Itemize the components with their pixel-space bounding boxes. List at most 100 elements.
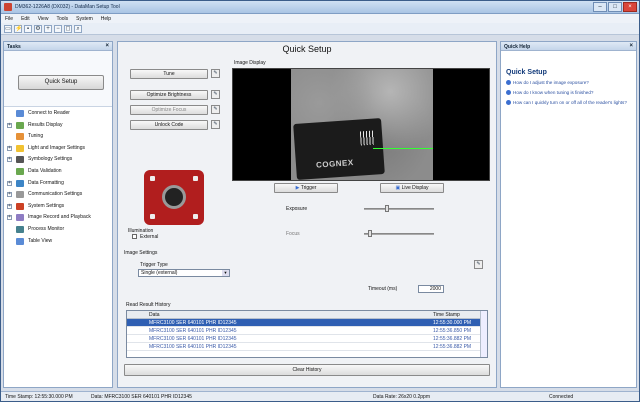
focus-slider[interactable] bbox=[364, 233, 434, 235]
exposure-slider-handle[interactable] bbox=[385, 205, 389, 212]
task-item[interactable]: Data Validation bbox=[4, 166, 112, 178]
chevron-down-icon: ▼ bbox=[222, 270, 229, 276]
led-icon bbox=[150, 214, 155, 219]
task-item[interactable]: Connect to Reader bbox=[4, 108, 112, 120]
reader-image bbox=[144, 170, 204, 225]
task-icon bbox=[16, 225, 24, 233]
table-row[interactable]: MFRC3100 SER 640101 PHR ID12345 12:55:36.… bbox=[127, 335, 487, 343]
title-bar: DM362-1226A8 (DX032) - DataMan Setup Too… bbox=[1, 1, 639, 14]
trigger-button[interactable]: ▶ Trigger bbox=[274, 183, 338, 193]
task-item[interactable]: Process Monitor bbox=[4, 224, 112, 236]
task-item[interactable]: Tuning bbox=[4, 131, 112, 143]
table-row[interactable]: MFRC3100 SER 640101 PHR ID12345 12:55:36.… bbox=[127, 343, 487, 351]
expand-icon[interactable]: + bbox=[7, 215, 12, 221]
minimize-button[interactable]: – bbox=[593, 2, 607, 12]
table-row[interactable]: MFRC3100 SER 640101 PHR ID12345 12:55:36.… bbox=[127, 327, 487, 335]
tasks-header: Tasks × bbox=[4, 42, 112, 51]
close-icon[interactable]: × bbox=[629, 43, 633, 49]
quick-setup-button[interactable]: Quick Setup bbox=[18, 75, 104, 90]
zoom-fit-icon[interactable]: ◻ bbox=[64, 24, 72, 33]
task-icon bbox=[16, 144, 24, 152]
card-image: COGNEX bbox=[293, 117, 385, 180]
window-controls: – □ × bbox=[593, 2, 637, 12]
live-display-button[interactable]: ▣ Live Display bbox=[380, 183, 444, 193]
expand-icon[interactable]: + bbox=[7, 157, 12, 163]
clear-history-button[interactable]: Clear History bbox=[124, 364, 490, 376]
external-checkbox[interactable] bbox=[132, 234, 137, 239]
page-title: Quick Setup bbox=[282, 44, 332, 54]
decode-indicator bbox=[373, 148, 433, 149]
help-link-lights[interactable]: How can I quickly turn on or off all of … bbox=[506, 100, 634, 106]
task-item[interactable]: + Light and Imager Settings bbox=[4, 143, 112, 155]
timeout-input[interactable]: 2000 bbox=[418, 285, 444, 293]
task-item[interactable]: + Communication Settings bbox=[4, 189, 112, 201]
focus-slider-handle[interactable] bbox=[367, 230, 372, 237]
save-icon[interactable]: ▪ bbox=[24, 24, 32, 33]
optimize-brightness-button[interactable]: Optimize Brightness bbox=[130, 90, 208, 100]
task-item[interactable]: + System Settings bbox=[4, 201, 112, 213]
live-display-label: Live Display bbox=[401, 185, 429, 191]
task-item[interactable]: Table View bbox=[4, 236, 112, 248]
expand-icon[interactable]: + bbox=[7, 203, 12, 209]
task-item[interactable]: + Results Display bbox=[4, 120, 112, 132]
datamatrix-code-icon bbox=[359, 130, 375, 146]
help-link-exposure[interactable]: How do I adjust the image exposure? bbox=[506, 80, 634, 86]
table-scrollbar[interactable] bbox=[480, 311, 487, 357]
led-icon bbox=[193, 176, 198, 181]
window-title: DM362-1226A8 (DX032) - DataMan Setup Too… bbox=[15, 4, 120, 10]
expand-icon[interactable]: + bbox=[7, 122, 12, 128]
expand-icon[interactable]: + bbox=[7, 145, 12, 151]
menu-view[interactable]: View bbox=[38, 16, 49, 22]
zoom-in-icon[interactable]: + bbox=[44, 24, 52, 33]
menu-edit[interactable]: Edit bbox=[21, 16, 30, 22]
help-link-tuning[interactable]: How do I know when tuning is finished? bbox=[506, 90, 634, 96]
exposure-slider[interactable] bbox=[364, 208, 434, 210]
trigger-type-select[interactable]: Single (external) ▼ bbox=[138, 269, 230, 277]
menu-file[interactable]: File bbox=[5, 16, 13, 22]
live-display-icon: ▣ bbox=[395, 185, 401, 191]
status-data: Data: MFRC3100 SER 640101 PHR ID12345 bbox=[91, 394, 192, 400]
help-title: Quick Setup bbox=[506, 69, 547, 76]
table-body: MFRC3100 SER 640101 PHR ID12345 12:55:30.… bbox=[127, 319, 487, 351]
tune-button[interactable]: Tune bbox=[130, 69, 208, 79]
task-icon bbox=[16, 191, 24, 199]
task-item[interactable]: + Image Record and Playback bbox=[4, 212, 112, 224]
task-item-label: Connect to Reader bbox=[28, 110, 70, 116]
task-icon bbox=[16, 214, 24, 222]
close-button[interactable]: × bbox=[623, 2, 637, 12]
brightness-options-icon[interactable]: ✎ bbox=[211, 90, 220, 99]
search-icon[interactable]: ⌕ bbox=[74, 24, 82, 33]
card-logo: COGNEX bbox=[315, 158, 354, 170]
trigger-type-label: Trigger Type bbox=[140, 262, 168, 268]
menu-help[interactable]: Help bbox=[101, 16, 111, 22]
unlock-code-button[interactable]: Unlock Code bbox=[130, 120, 208, 130]
tasks-pane: Tasks × Quick Setup Connect to Reader + Re… bbox=[3, 41, 113, 388]
expand-icon[interactable]: + bbox=[7, 192, 12, 198]
open-icon[interactable]: ▭ bbox=[4, 24, 12, 33]
help-question-icon bbox=[506, 80, 511, 85]
focus-options-icon[interactable]: ✎ bbox=[211, 105, 220, 114]
task-icon bbox=[16, 167, 24, 175]
optimize-focus-button[interactable]: Optimize Focus bbox=[130, 105, 208, 115]
zoom-out-icon[interactable]: − bbox=[54, 24, 62, 33]
task-item[interactable]: + Data Formatting bbox=[4, 178, 112, 190]
task-item-label: Process Monitor bbox=[28, 225, 65, 232]
help-link-text: How can I quickly turn on or off all of … bbox=[513, 100, 627, 105]
unlock-options-icon[interactable]: ✎ bbox=[211, 120, 220, 129]
maximize-button[interactable]: □ bbox=[608, 2, 622, 12]
image-settings-options-icon[interactable]: ✎ bbox=[474, 260, 483, 269]
settings-icon[interactable]: ⚙ bbox=[34, 24, 42, 33]
status-time-stamp: Time Stamp: 12:55:30.000 PM bbox=[5, 394, 73, 400]
task-item[interactable]: + Symbology Settings bbox=[4, 154, 112, 166]
app-icon bbox=[4, 3, 12, 11]
connect-icon[interactable]: ⚡ bbox=[14, 24, 22, 33]
tune-options-icon[interactable]: ✎ bbox=[211, 69, 220, 78]
close-icon[interactable]: × bbox=[105, 43, 109, 49]
expand-icon[interactable]: + bbox=[7, 180, 12, 186]
row-time: 12:55:36.882 PM bbox=[433, 336, 472, 342]
table-row[interactable]: MFRC3100 SER 640101 PHR ID12345 12:55:30.… bbox=[127, 319, 487, 327]
menu-system[interactable]: System bbox=[76, 16, 93, 22]
menu-bar: File Edit View Tools System Help bbox=[1, 14, 639, 23]
tasks-header-label: Tasks bbox=[7, 44, 21, 50]
menu-tools[interactable]: Tools bbox=[56, 16, 68, 22]
